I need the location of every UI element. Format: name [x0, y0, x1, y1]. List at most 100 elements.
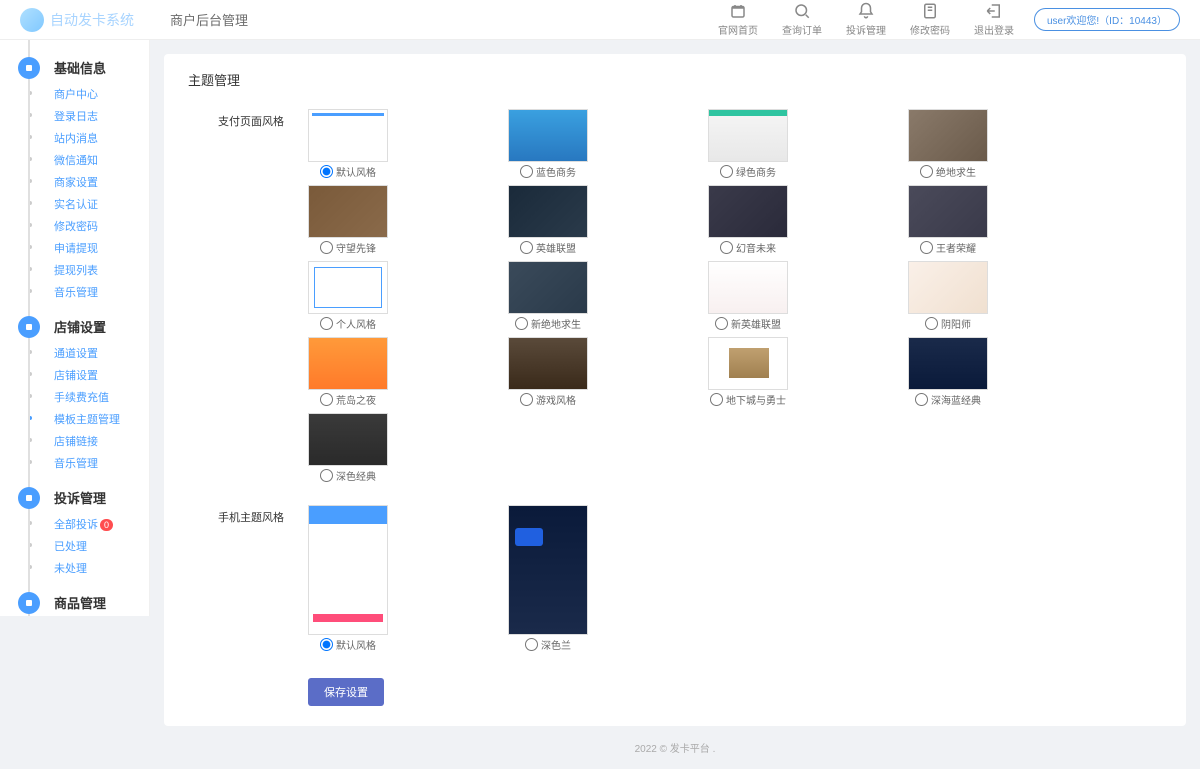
theme-item[interactable]: 个人风格: [308, 261, 388, 337]
theme-item[interactable]: 绝地求生: [908, 109, 988, 185]
theme-thumb: [308, 413, 388, 466]
nav-item[interactable]: 音乐管理: [54, 452, 149, 474]
nav-title[interactable]: 投诉管理: [54, 488, 106, 507]
nav-title[interactable]: 商品管理: [54, 593, 106, 612]
theme-radio[interactable]: 荒岛之夜: [308, 390, 388, 413]
nav-item[interactable]: 商家设置: [54, 171, 149, 193]
nav-title[interactable]: 店铺设置: [54, 317, 106, 336]
theme-thumb: [308, 261, 388, 314]
theme-item[interactable]: 守望先锋: [308, 185, 388, 261]
theme-radio[interactable]: 个人风格: [308, 314, 388, 337]
theme-item[interactable]: 幻音未来: [708, 185, 788, 261]
theme-item[interactable]: 王者荣耀: [908, 185, 988, 261]
nav-section: 基础信息商户中心登录日志站内消息微信通知商家设置实名认证修改密码申请提现提现列表…: [0, 52, 149, 303]
theme-radio[interactable]: 守望先锋: [308, 238, 388, 261]
theme-radio[interactable]: 绿色商务: [708, 162, 788, 185]
header-icon-4[interactable]: 退出登录: [974, 2, 1014, 37]
logo-icon: [20, 8, 44, 32]
theme-item[interactable]: 游戏风格: [508, 337, 588, 413]
card: 主题管理 支付页面风格 默认风格守望先锋个人风格荒岛之夜深色经典蓝色商务英雄联盟…: [164, 54, 1186, 726]
mobile-theme-label: 手机主题风格: [188, 505, 308, 658]
theme-radio[interactable]: 英雄联盟: [508, 238, 588, 261]
theme-item[interactable]: 新英雄联盟: [708, 261, 788, 337]
theme-item[interactable]: 深色经典: [308, 413, 388, 489]
theme-thumb: [508, 109, 588, 162]
nav-title[interactable]: 基础信息: [54, 58, 106, 77]
pay-theme-row: 支付页面风格 默认风格守望先锋个人风格荒岛之夜深色经典蓝色商务英雄联盟新绝地求生…: [188, 109, 1162, 489]
theme-item[interactable]: 英雄联盟: [508, 185, 588, 261]
theme-thumb: [508, 185, 588, 238]
header-icon-0[interactable]: 官网首页: [718, 2, 758, 37]
header: 自动发卡系统 商户后台管理 官网首页查询订单投诉管理修改密码退出登录 user欢…: [0, 0, 1200, 40]
nav-item[interactable]: 手续费充值: [54, 386, 149, 408]
nav-item[interactable]: 未处理: [54, 557, 149, 579]
mobile-theme-row: 手机主题风格 默认风格 深色兰: [188, 505, 1162, 658]
header-icon-3[interactable]: 修改密码: [910, 2, 950, 37]
nav-item[interactable]: 全部投诉0: [54, 513, 149, 535]
theme-item[interactable]: 新绝地求生: [508, 261, 588, 337]
theme-radio[interactable]: 新绝地求生: [508, 314, 588, 337]
theme-item[interactable]: 深海蓝经典: [908, 337, 988, 413]
header-right: 官网首页查询订单投诉管理修改密码退出登录 user欢迎您!（ID：10443）: [718, 2, 1180, 37]
nav-item[interactable]: 提现列表: [54, 259, 149, 281]
theme-item[interactable]: 深色兰: [508, 505, 588, 658]
theme-thumb: [708, 261, 788, 314]
nav-item[interactable]: 通道设置: [54, 342, 149, 364]
logo[interactable]: 自动发卡系统: [20, 8, 160, 32]
theme-thumb: [708, 185, 788, 238]
user-badge[interactable]: user欢迎您!（ID：10443）: [1034, 8, 1180, 31]
theme-radio[interactable]: 深色经典: [308, 466, 388, 489]
main: 主题管理 支付页面风格 默认风格守望先锋个人风格荒岛之夜深色经典蓝色商务英雄联盟…: [150, 40, 1200, 769]
theme-radio[interactable]: 游戏风格: [508, 390, 588, 413]
theme-item[interactable]: 蓝色商务: [508, 109, 588, 185]
header-icons: 官网首页查询订单投诉管理修改密码退出登录: [718, 2, 1014, 37]
nav-dot-icon: [18, 316, 40, 338]
theme-radio[interactable]: 默认风格: [308, 162, 388, 185]
nav-item[interactable]: 商户中心: [54, 83, 149, 105]
card-title: 主题管理: [188, 70, 1162, 89]
nav-dot-icon: [18, 487, 40, 509]
nav-section: 店铺设置通道设置店铺设置手续费充值模板主题管理店铺链接音乐管理: [0, 311, 149, 474]
nav-item[interactable]: 实名认证: [54, 193, 149, 215]
theme-item[interactable]: 绿色商务: [708, 109, 788, 185]
theme-thumb: [308, 185, 388, 238]
theme-item[interactable]: 荒岛之夜: [308, 337, 388, 413]
nav-dot-icon: [18, 57, 40, 79]
theme-radio[interactable]: 绝地求生: [908, 162, 988, 185]
nav-item[interactable]: 微信通知: [54, 149, 149, 171]
theme-radio[interactable]: 阴阳师: [908, 314, 988, 337]
theme-thumb: [908, 185, 988, 238]
nav-dot-icon: [18, 592, 40, 614]
save-button[interactable]: 保存设置: [308, 678, 384, 706]
theme-thumb: [708, 337, 788, 390]
mobile-theme-grid: 默认风格 深色兰: [308, 505, 1162, 658]
theme-radio[interactable]: 深海蓝经典: [908, 390, 988, 413]
nav-item[interactable]: 站内消息: [54, 127, 149, 149]
nav-item[interactable]: 音乐管理: [54, 281, 149, 303]
theme-radio[interactable]: 地下城与勇士: [708, 390, 788, 413]
theme-item[interactable]: 默认风格: [308, 505, 388, 658]
sidebar: 基础信息商户中心登录日志站内消息微信通知商家设置实名认证修改密码申请提现提现列表…: [0, 40, 150, 616]
nav-item[interactable]: 申请提现: [54, 237, 149, 259]
theme-thumb: [708, 109, 788, 162]
theme-thumb: [908, 109, 988, 162]
nav-item[interactable]: 店铺链接: [54, 430, 149, 452]
theme-radio[interactable]: 深色兰: [508, 635, 588, 658]
theme-radio[interactable]: 王者荣耀: [908, 238, 988, 261]
theme-radio[interactable]: 默认风格: [308, 635, 388, 658]
nav-item[interactable]: 店铺设置: [54, 364, 149, 386]
theme-item[interactable]: 默认风格: [308, 109, 388, 185]
theme-radio[interactable]: 幻音未来: [708, 238, 788, 261]
nav-item[interactable]: 已处理: [54, 535, 149, 557]
header-icon-2[interactable]: 投诉管理: [846, 2, 886, 37]
theme-item[interactable]: 阴阳师: [908, 261, 988, 337]
nav-item[interactable]: 登录日志: [54, 105, 149, 127]
theme-thumb: [908, 261, 988, 314]
theme-item[interactable]: 地下城与勇士: [708, 337, 788, 413]
nav-item[interactable]: 模板主题管理: [54, 408, 149, 430]
badge: 0: [100, 519, 113, 531]
theme-radio[interactable]: 新英雄联盟: [708, 314, 788, 337]
theme-radio[interactable]: 蓝色商务: [508, 162, 588, 185]
header-icon-1[interactable]: 查询订单: [782, 2, 822, 37]
nav-item[interactable]: 修改密码: [54, 215, 149, 237]
